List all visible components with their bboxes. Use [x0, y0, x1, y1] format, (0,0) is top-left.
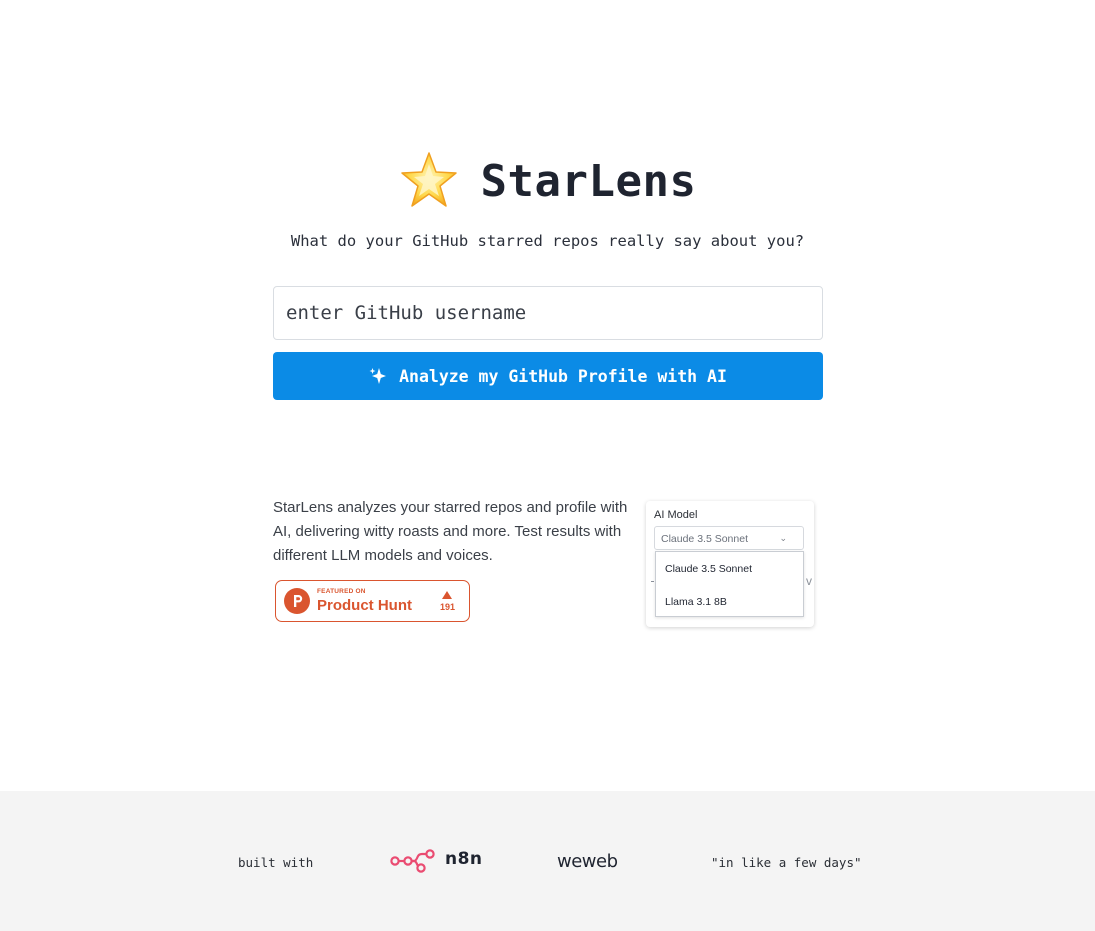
chevron-down-icon: ⌄ [779, 533, 787, 543]
n8n-logo-icon[interactable] [390, 847, 436, 873]
upvote-arrow-icon [442, 590, 453, 599]
glowing-star-icon [399, 150, 459, 212]
github-username-input[interactable] [273, 286, 823, 340]
product-hunt-text: FEATURED ON Product Hunt [317, 589, 412, 613]
ph-votes: 191 [439, 590, 455, 612]
footer: built with n8n weweb "in like a few days… [0, 791, 1095, 931]
ai-model-preview-image: AI Model Claude 3.5 Sonnet ⌄ v Claude 3.… [646, 501, 814, 627]
analyze-profile-button[interactable]: Analyze my GitHub Profile with AI [273, 352, 823, 400]
analyze-button-label: Analyze my GitHub Profile with AI [399, 366, 727, 386]
model-label: AI Model [654, 509, 698, 521]
model-dropdown-menu: Claude 3.5 Sonnet Llama 3.1 8B [655, 551, 804, 617]
tagline: What do your GitHub starred repos really… [290, 232, 805, 250]
ph-vote-count: 191 [439, 601, 455, 612]
title-row: StarLens [0, 150, 1095, 212]
model-select: Claude 3.5 Sonnet ⌄ [654, 526, 804, 550]
weweb-logo[interactable]: weweb [557, 851, 631, 872]
built-with-label: built with [238, 855, 314, 870]
ph-name-label: Product Hunt [317, 596, 412, 614]
model-option: Claude 3.5 Sonnet [665, 563, 752, 575]
weweb-wordmark: weweb [557, 852, 618, 870]
page-title: StarLens [480, 155, 697, 207]
product-hunt-logo-icon [284, 588, 310, 614]
partial-dash [651, 581, 654, 582]
model-option: Llama 3.1 8B [665, 596, 727, 608]
partial-text: v [806, 574, 812, 588]
ph-featured-label: FEATURED ON [317, 588, 366, 596]
description-text: StarLens analyzes your starred repos and… [273, 499, 628, 564]
model-selected-value: Claude 3.5 Sonnet [661, 533, 748, 545]
n8n-wordmark[interactable]: n8n [445, 849, 483, 869]
product-hunt-badge[interactable]: FEATURED ON Product Hunt 191 [275, 580, 470, 622]
sparkle-icon [369, 367, 387, 385]
footer-quote: "in like a few days" [711, 855, 862, 870]
